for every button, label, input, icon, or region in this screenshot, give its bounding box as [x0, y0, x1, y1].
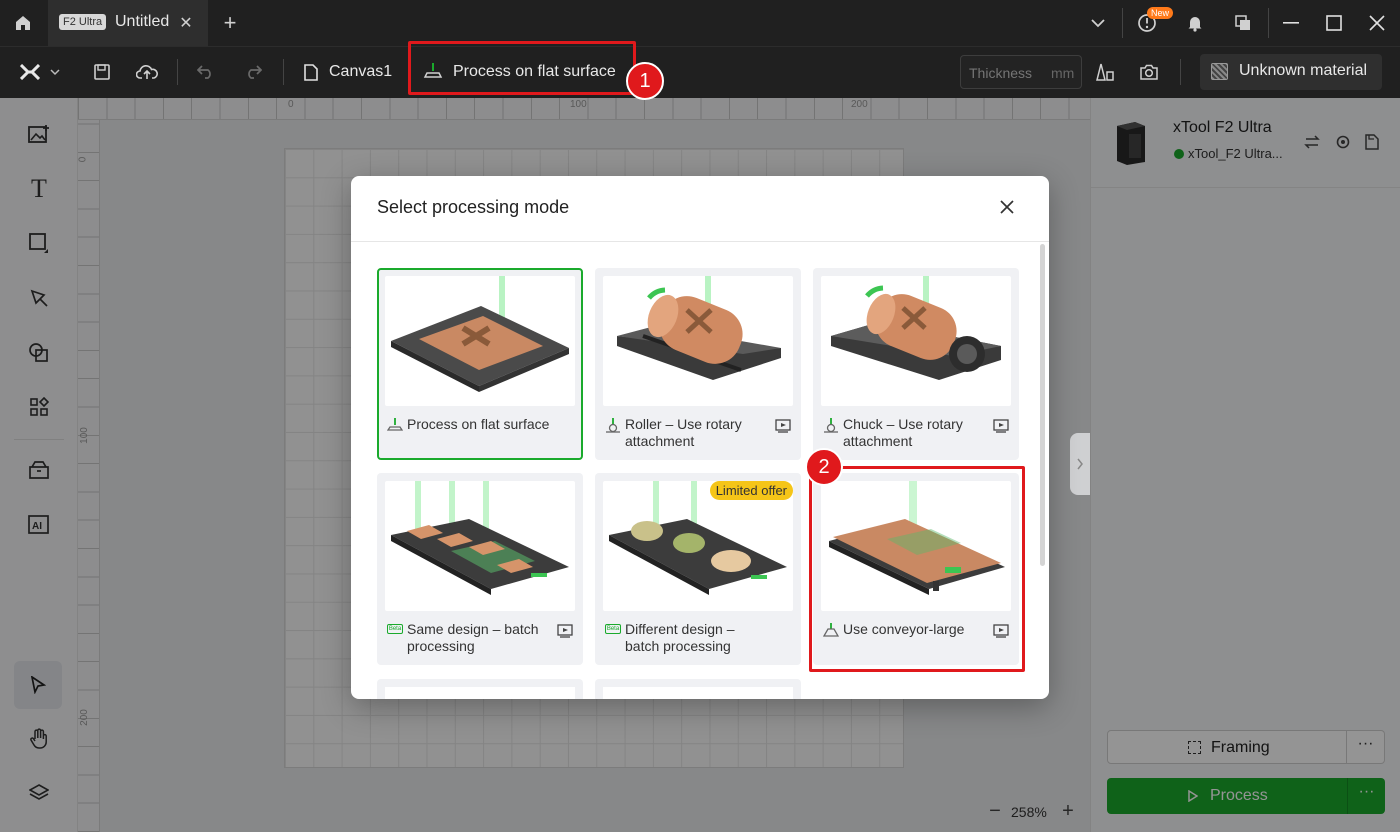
canvas-name[interactable]: Canvas1	[329, 63, 392, 81]
mode-card-different-design-batch[interactable]: Limited offer Beta Different design – ba…	[595, 473, 801, 665]
flat-surface-illustration	[385, 276, 575, 406]
mode-label: Different design – batch processing	[625, 621, 735, 654]
mode-card-chuck[interactable]: Chuck – Use rotary attachment	[813, 268, 1019, 460]
highlight-box-step-1	[408, 41, 636, 95]
mode-card-partial[interactable]	[595, 679, 801, 699]
mode-card-roller[interactable]: Roller – Use rotary attachment	[595, 268, 801, 460]
modal-backdrop-right[interactable]	[1070, 98, 1400, 832]
close-dialog-icon[interactable]	[1000, 200, 1020, 220]
video-tutorial-icon[interactable]	[775, 419, 791, 433]
canvas-file-icon	[303, 62, 319, 82]
panel-collapse-handle[interactable]	[1070, 433, 1090, 495]
step-badge: 1	[626, 62, 664, 100]
device-tag: F2 Ultra	[59, 14, 107, 30]
document-tab[interactable]: F2 Ultra Untitled ✕	[48, 0, 208, 46]
redo-icon[interactable]	[242, 61, 264, 83]
beta-tag-icon: Beta	[387, 624, 403, 634]
save-icon[interactable]	[91, 61, 113, 83]
bell-icon[interactable]	[1184, 12, 1206, 34]
mode-label: Same design – batch processing	[407, 621, 539, 654]
flat-surface-mode-icon	[387, 418, 403, 431]
chuck-illustration	[821, 276, 1011, 406]
close-window-icon[interactable]	[1366, 12, 1388, 34]
tab-title: Untitled	[115, 13, 170, 30]
same-design-batch-illustration	[385, 481, 575, 611]
mode-label: Process on flat surface	[407, 416, 550, 432]
undo-icon[interactable]	[195, 61, 217, 83]
limited-offer-tag: Limited offer	[709, 481, 793, 500]
material-test-icon[interactable]	[1093, 61, 1117, 83]
main-toolbar: Canvas1 Process on flat surface mm Unkno…	[0, 46, 1400, 98]
material-label: Unknown material	[1239, 62, 1368, 79]
dialog-title: Select processing mode	[377, 197, 570, 217]
dialog-scrollbar[interactable]	[1040, 244, 1045, 566]
thickness-input[interactable]: mm	[960, 55, 1082, 89]
mode-label: Roller – Use rotary attachment	[625, 416, 742, 449]
mode-card-flat-surface[interactable]: Process on flat surface	[377, 268, 583, 460]
different-design-batch-illustration	[603, 481, 793, 611]
roller-mode-icon	[606, 418, 620, 433]
roller-illustration	[603, 276, 793, 406]
thickness-field[interactable]	[969, 63, 1047, 83]
material-button[interactable]: Unknown material	[1200, 54, 1382, 90]
camera-icon[interactable]	[1137, 61, 1161, 83]
home-icon[interactable]	[10, 10, 36, 36]
cloud-upload-icon[interactable]	[135, 61, 159, 83]
new-badge: New	[1147, 7, 1174, 19]
video-tutorial-icon[interactable]	[993, 419, 1009, 433]
thickness-unit: mm	[1051, 65, 1075, 81]
chuck-mode-icon	[824, 418, 838, 433]
windows-icon[interactable]	[1232, 12, 1254, 34]
close-tab-icon[interactable]: ✕	[176, 13, 196, 33]
beta-tag-icon: Beta	[605, 624, 621, 634]
mode-card-same-design-batch[interactable]: Beta Same design – batch processing	[377, 473, 583, 665]
mode-label: Chuck – Use rotary attachment	[843, 416, 963, 449]
mode-card-partial[interactable]	[377, 679, 583, 699]
add-tab-icon[interactable]: +	[218, 10, 242, 35]
title-bar: F2 Ultra Untitled ✕ + New	[0, 0, 1400, 46]
minimize-icon[interactable]	[1280, 12, 1302, 34]
material-swatch-icon	[1211, 63, 1228, 80]
logo-menu-chevron-icon[interactable]	[48, 65, 62, 79]
step-badge: 2	[805, 448, 843, 486]
maximize-icon[interactable]	[1323, 12, 1345, 34]
xtool-logo-icon[interactable]	[18, 61, 42, 83]
chevron-down-icon[interactable]	[1087, 12, 1109, 34]
video-tutorial-icon[interactable]	[557, 624, 573, 638]
highlight-box-step-2	[809, 466, 1025, 672]
